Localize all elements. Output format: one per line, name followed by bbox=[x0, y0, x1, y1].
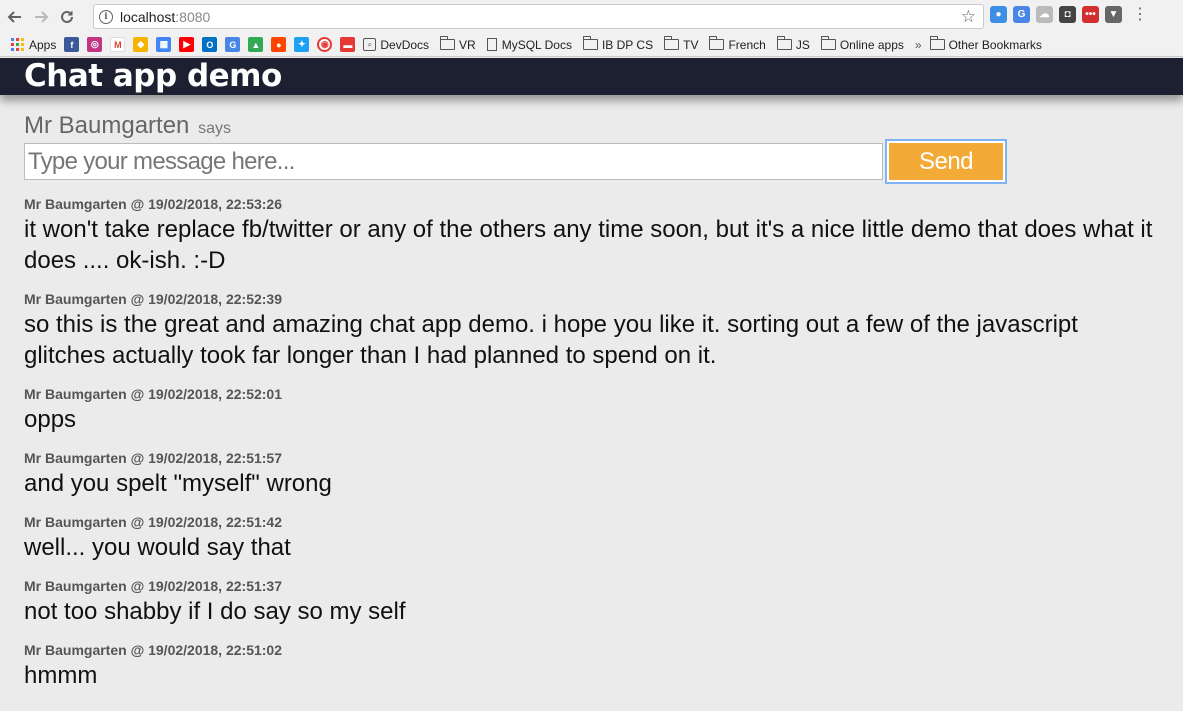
bookmark-ib-dp-cs-label: IB DP CS bbox=[601, 37, 654, 52]
message-meta: Mr Baumgarten @ 19/02/2018, 22:52:39 bbox=[24, 291, 283, 307]
message-input[interactable] bbox=[24, 143, 883, 180]
bookmark-folder-other-bookmarks[interactable]: Other Bookmarks bbox=[929, 36, 1042, 52]
calendar-icon[interactable]: ▦ bbox=[156, 37, 172, 52]
reload-button[interactable] bbox=[56, 6, 78, 28]
folder-icon bbox=[929, 36, 945, 50]
bookmark-mysql-docs-label: MySQL Docs bbox=[501, 37, 572, 52]
drive-icon[interactable]: ▲ bbox=[248, 37, 264, 52]
bookmark-folder-french[interactable]: French bbox=[709, 36, 766, 52]
app-header: Chat app demo bbox=[0, 58, 1183, 95]
page-icon bbox=[486, 38, 497, 51]
bookmark-devdocs-label: DevDocs bbox=[380, 37, 430, 52]
bookmark-vr-label: VR bbox=[459, 37, 476, 52]
message-text: hmmm bbox=[24, 662, 98, 689]
message-meta: Mr Baumgarten @ 19/02/2018, 22:52:01 bbox=[24, 386, 283, 402]
bookmark-folder-js[interactable]: JS bbox=[776, 36, 810, 52]
message-meta: Mr Baumgarten @ 19/02/2018, 22:51:42 bbox=[24, 514, 283, 530]
sender-name: Mr Baumgarten bbox=[24, 112, 190, 139]
back-button[interactable] bbox=[4, 6, 26, 28]
message-text: not too shabby if I do say so my self bbox=[24, 598, 406, 625]
bookmarks-bar: Apps f ◎ M ◆ ▦ ▶ O G ▲ ● ✦ ◉ ▬ ⌕ DevDocs… bbox=[0, 33, 1183, 57]
streaming-icon[interactable]: ▬ bbox=[340, 37, 356, 52]
bookmark-star-icon[interactable]: ☆ bbox=[961, 7, 976, 27]
extensions-bar: ● G ☁ ◘ ••• ▼ ⋮ bbox=[990, 6, 1148, 23]
reload-icon bbox=[61, 10, 73, 23]
send-button[interactable]: Send bbox=[885, 139, 1007, 184]
info-icon[interactable]: i bbox=[99, 9, 113, 24]
bookmark-folder-online-apps[interactable]: Online apps bbox=[820, 36, 904, 52]
url-host: localhost bbox=[120, 8, 176, 25]
gmail-icon[interactable]: M bbox=[110, 37, 126, 52]
message-item: Mr Baumgarten @ 19/02/2018, 22:51:57 and… bbox=[24, 448, 1164, 499]
arrow-right-icon bbox=[35, 10, 49, 23]
devdocs-icon: ⌕ bbox=[363, 38, 377, 51]
message-text: well... you would say that bbox=[24, 534, 291, 561]
bookmark-folder-vr[interactable]: VR bbox=[440, 36, 476, 52]
address-bar[interactable]: i localhost:8080 ☆ bbox=[93, 4, 984, 29]
message-item: Mr Baumgarten @ 19/02/2018, 22:51:37 not… bbox=[24, 576, 1164, 627]
page-title: Chat app demo bbox=[24, 58, 282, 94]
more-menu-icon[interactable]: ⋮ bbox=[1132, 6, 1148, 23]
bookmark-tv-label: TV bbox=[683, 37, 699, 52]
bookmarks-overflow-chevron-icon[interactable]: » bbox=[915, 38, 922, 52]
apps-grid-icon bbox=[11, 38, 24, 51]
folder-icon bbox=[664, 36, 680, 50]
browser-toolbar: i localhost:8080 ☆ ● G ☁ ◘ ••• ▼ ⋮ bbox=[0, 0, 1183, 33]
target-icon[interactable]: ◉ bbox=[317, 37, 333, 52]
message-text: it won't take replace fb/twitter or any … bbox=[24, 216, 1153, 274]
folder-icon bbox=[582, 36, 598, 50]
bookmark-folder-tv[interactable]: TV bbox=[664, 36, 699, 52]
message-text: and you spelt "myself" wrong bbox=[24, 470, 332, 497]
message-list: Mr Baumgarten @ 19/02/2018, 22:53:26 it … bbox=[24, 194, 1164, 704]
facebook-icon[interactable]: f bbox=[64, 37, 80, 52]
keep-icon[interactable]: ◆ bbox=[133, 37, 149, 52]
folder-icon bbox=[440, 36, 456, 50]
bookmark-devdocs[interactable]: ⌕ DevDocs bbox=[363, 38, 429, 52]
message-item: Mr Baumgarten @ 19/02/2018, 22:51:42 wel… bbox=[24, 512, 1164, 563]
lastpass-extension-icon[interactable]: ◘ bbox=[1059, 6, 1076, 23]
folder-icon bbox=[709, 36, 725, 50]
message-meta: Mr Baumgarten @ 19/02/2018, 22:53:26 bbox=[24, 196, 283, 212]
arrow-left-icon bbox=[7, 10, 21, 23]
message-text: opps bbox=[24, 406, 77, 433]
twitter-icon[interactable]: ✦ bbox=[294, 37, 310, 52]
bookmark-apps-label: Apps bbox=[29, 37, 57, 52]
ghostery-extension-icon[interactable]: ● bbox=[990, 6, 1007, 23]
bookmark-mysql-docs[interactable]: MySQL Docs bbox=[486, 37, 572, 52]
forward-button[interactable] bbox=[30, 6, 52, 28]
bookmark-js-label: JS bbox=[795, 37, 810, 52]
folder-icon bbox=[820, 36, 836, 50]
message-item: Mr Baumgarten @ 19/02/2018, 22:52:01 opp… bbox=[24, 384, 1164, 435]
message-item: Mr Baumgarten @ 19/02/2018, 22:51:02 hmm… bbox=[24, 640, 1164, 691]
translate-extension-icon[interactable]: G bbox=[1013, 6, 1030, 23]
message-meta: Mr Baumgarten @ 19/02/2018, 22:51:02 bbox=[24, 642, 283, 658]
says-label: says bbox=[198, 120, 231, 137]
sender-line: Mr Baumgarten says bbox=[24, 112, 231, 140]
bookmark-french-label: French bbox=[728, 37, 766, 52]
drive-extension-icon[interactable]: ☁ bbox=[1036, 6, 1053, 23]
message-meta: Mr Baumgarten @ 19/02/2018, 22:51:57 bbox=[24, 450, 283, 466]
reddit-icon[interactable]: ● bbox=[271, 37, 287, 52]
outlook-icon[interactable]: O bbox=[202, 37, 218, 52]
message-item: Mr Baumgarten @ 19/02/2018, 22:52:39 so … bbox=[24, 289, 1164, 371]
bookmark-online-apps-label: Online apps bbox=[839, 37, 904, 52]
folder-icon bbox=[776, 36, 792, 50]
message-meta: Mr Baumgarten @ 19/02/2018, 22:51:37 bbox=[24, 578, 283, 594]
bookmark-folder-ib-dp-cs[interactable]: IB DP CS bbox=[582, 36, 654, 52]
youtube-icon[interactable]: ▶ bbox=[179, 37, 195, 52]
password-extension-icon[interactable]: ••• bbox=[1082, 6, 1099, 23]
bookmark-other-bookmarks-label: Other Bookmarks bbox=[948, 37, 1042, 52]
message-item: Mr Baumgarten @ 19/02/2018, 22:53:26 it … bbox=[24, 194, 1164, 276]
instagram-icon[interactable]: ◎ bbox=[87, 37, 103, 52]
url-port: :8080 bbox=[175, 8, 211, 25]
translate-icon[interactable]: G bbox=[225, 37, 241, 52]
bookmark-apps[interactable]: Apps bbox=[11, 38, 56, 52]
pocket-extension-icon[interactable]: ▼ bbox=[1105, 6, 1122, 23]
message-text: so this is the great and amazing chat ap… bbox=[24, 311, 1078, 369]
